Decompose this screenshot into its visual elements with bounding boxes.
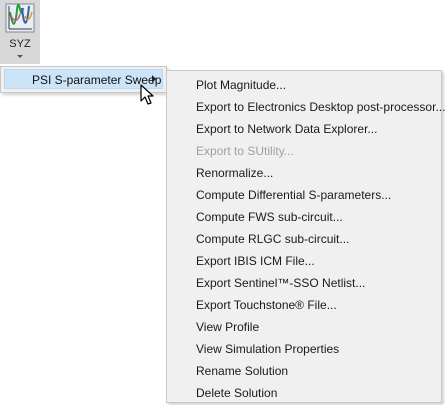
submenu-list: Plot Magnitude... Export to Electronics D…: [167, 74, 445, 404]
submenu-item-delete-solution[interactable]: Delete Solution: [167, 382, 441, 404]
syz-button-label: SYZ: [9, 38, 31, 50]
submenu-item-view-simulation-properties[interactable]: View Simulation Properties: [167, 338, 441, 360]
chevron-right-icon: [152, 75, 156, 83]
submenu-item-view-profile[interactable]: View Profile: [167, 316, 441, 338]
submenu-item-rename-solution[interactable]: Rename Solution: [167, 360, 441, 382]
submenu-item-compute-rlgc-sub-circuit[interactable]: Compute RLGC sub-circuit...: [167, 228, 441, 250]
submenu-item-plot-magnitude[interactable]: Plot Magnitude...: [167, 74, 441, 96]
dropdown-arrow-icon: [17, 55, 23, 58]
mouse-pointer-icon: [140, 84, 156, 106]
submenu-item-export-to-sutility: Export to SUtility...: [196, 144, 294, 158]
submenu: Plot Magnitude... Export to Electronics D…: [166, 70, 445, 404]
submenu-item-export-sentinel-sso-netlist[interactable]: Export Sentinel™-SSO Netlist...: [167, 272, 441, 294]
submenu-item-export-ibis-icm-file[interactable]: Export IBIS ICM File...: [167, 250, 441, 272]
submenu-item-export-touchstone-file[interactable]: Export Touchstone® File...: [167, 294, 441, 316]
submenu-item-compute-fws-sub-circuit[interactable]: Compute FWS sub-circuit...: [167, 206, 441, 228]
syz-tool-button[interactable]: SYZ: [0, 0, 40, 64]
submenu-item-renormalize[interactable]: Renormalize...: [167, 162, 441, 184]
submenu-item-export-to-network-data-explorer[interactable]: Export to Network Data Explorer...: [167, 118, 441, 140]
submenu-item-export-to-electronics-desktop-post-processor[interactable]: Export to Electronics Desktop post-proce…: [167, 96, 445, 118]
submenu-item-compute-differential-s-parameters[interactable]: Compute Differential S-parameters...: [167, 184, 441, 206]
syz-plot-icon: [5, 2, 35, 34]
